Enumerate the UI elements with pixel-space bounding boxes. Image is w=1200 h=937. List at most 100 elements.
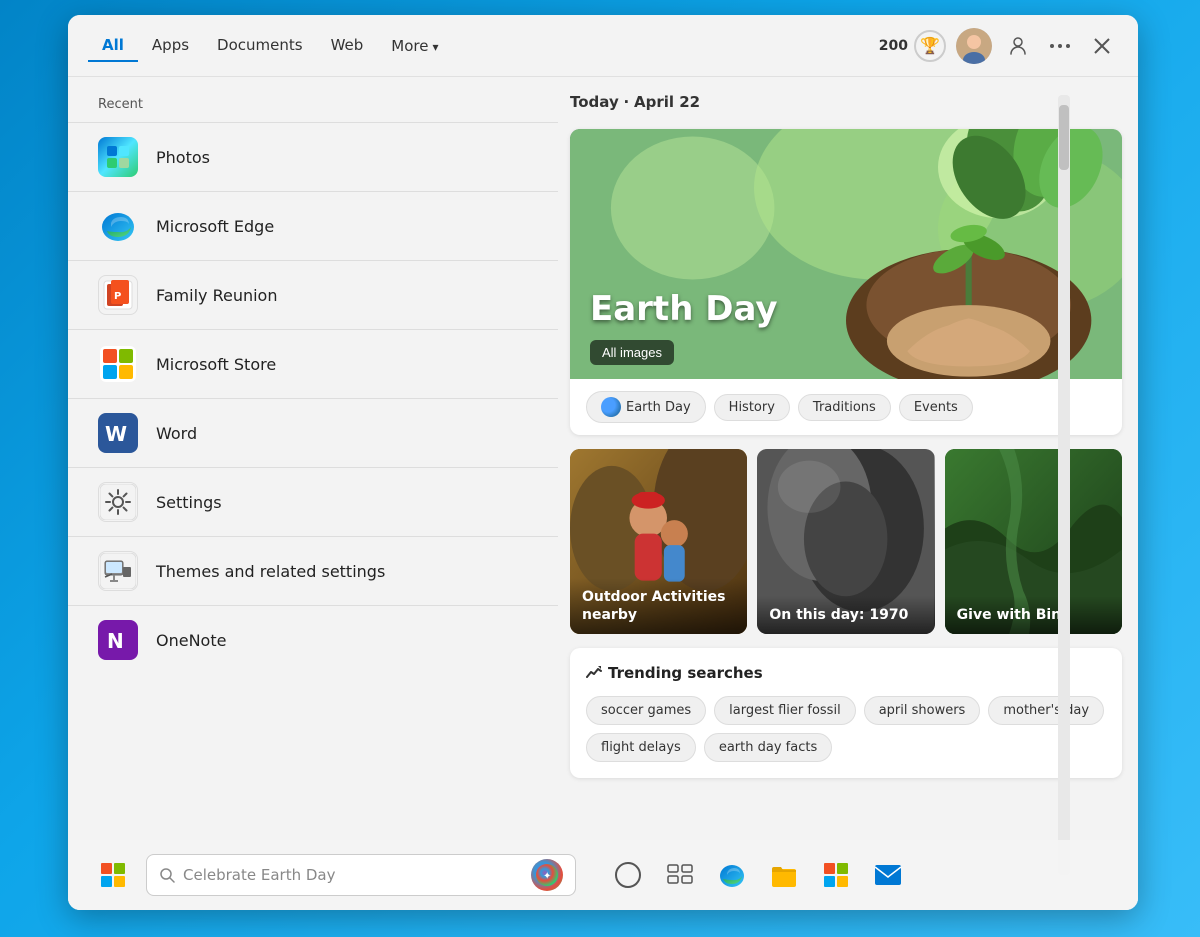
edge-icon — [98, 206, 138, 246]
app-name-word: Word — [156, 424, 197, 443]
ppt-icon: P — [98, 275, 138, 315]
themes-icon — [98, 551, 138, 591]
svg-text:✦: ✦ — [543, 871, 551, 882]
small-cards-row: Outdoor Activities nearby — [570, 449, 1122, 634]
taskbar-mail-button[interactable] — [866, 853, 910, 897]
svg-text:P: P — [114, 291, 121, 302]
tab-more[interactable]: More — [377, 31, 452, 61]
taskbar-store-button[interactable] — [814, 853, 858, 897]
trending-icon — [586, 665, 602, 681]
card-outdoor[interactable]: Outdoor Activities nearby — [570, 449, 747, 634]
tag-events[interactable]: Events — [899, 394, 973, 421]
app-item-themes[interactable]: Themes and related settings — [68, 536, 558, 605]
earth-day-image: Earth Day All images — [570, 129, 1122, 379]
taskbar-edge-button[interactable] — [710, 853, 754, 897]
nav-right: 200 🏆 — [879, 28, 1118, 64]
right-panel: Today · April 22 — [558, 77, 1138, 910]
app-item-family-reunion[interactable]: P Family Reunion — [68, 260, 558, 329]
trend-earth-day-facts[interactable]: earth day facts — [704, 733, 832, 762]
taskbar-file-explorer-button[interactable] — [762, 853, 806, 897]
earth-day-card[interactable]: Earth Day All images Earth Day History T… — [570, 129, 1122, 435]
store-icon — [98, 344, 138, 384]
word-icon: W — [98, 413, 138, 453]
svg-text:W: W — [105, 422, 127, 446]
tab-documents[interactable]: Documents — [203, 30, 317, 62]
tab-web[interactable]: Web — [317, 30, 378, 62]
nav-tabs: All Apps Documents Web More — [88, 30, 879, 62]
app-item-settings[interactable]: Settings — [68, 467, 558, 536]
account-icon[interactable] — [1002, 30, 1034, 62]
app-item-onenote[interactable]: N OneNote — [68, 605, 558, 674]
card-onthisday[interactable]: On this day: 1970 — [757, 449, 934, 634]
app-name-edge: Microsoft Edge — [156, 217, 274, 236]
left-sidebar: Recent Photos — [68, 77, 558, 910]
search-bar[interactable]: Celebrate Earth Day ✦ — [146, 854, 576, 896]
trophy-icon[interactable]: 🏆 — [914, 30, 946, 62]
tag-traditions[interactable]: Traditions — [798, 394, 891, 421]
points-value: 200 — [879, 38, 908, 54]
points-badge: 200 🏆 — [879, 30, 946, 62]
close-button[interactable] — [1086, 30, 1118, 62]
tab-all[interactable]: All — [88, 30, 138, 62]
settings-icon — [98, 482, 138, 522]
app-item-store[interactable]: Microsoft Store — [68, 329, 558, 398]
scrollbar-thumb[interactable] — [1059, 105, 1069, 170]
trending-title-text: Trending searches — [608, 664, 763, 682]
all-images-button[interactable]: All images — [590, 340, 674, 365]
search-icon — [159, 867, 175, 883]
chevron-down-icon — [432, 37, 438, 55]
earth-day-tags: Earth Day History Traditions Events — [570, 379, 1122, 435]
taskbar-cortana-button[interactable] — [606, 853, 650, 897]
trend-april-showers[interactable]: april showers — [864, 696, 981, 725]
tag-events-label: Events — [914, 400, 958, 415]
earth-day-title: Earth Day — [590, 289, 778, 329]
windows-logo-icon — [100, 862, 126, 888]
tag-history[interactable]: History — [714, 394, 790, 421]
app-name-photos: Photos — [156, 148, 210, 167]
more-label: More — [391, 37, 428, 55]
search-input-placeholder: Celebrate Earth Day — [183, 866, 523, 884]
tag-earthday[interactable]: Earth Day — [586, 391, 706, 423]
onthisday-card-label: On this day: 1970 — [757, 596, 934, 634]
card-bing[interactable]: Give with Bing — [945, 449, 1122, 634]
scrollbar-track[interactable] — [1058, 95, 1070, 875]
tag-history-label: History — [729, 400, 775, 415]
trend-flight-delays[interactable]: flight delays — [586, 733, 696, 762]
taskbar-apps — [606, 853, 910, 897]
date-header: Today · April 22 — [570, 93, 1122, 115]
windows-start-button[interactable] — [88, 850, 138, 900]
outdoor-card-label: Outdoor Activities nearby — [570, 578, 747, 634]
trending-title: Trending searches — [586, 664, 1106, 682]
taskbar: Celebrate Earth Day ✦ — [68, 840, 1138, 910]
avatar[interactable] — [956, 28, 992, 64]
onenote-icon: N — [98, 620, 138, 660]
svg-text:N: N — [107, 629, 124, 653]
main-content: Recent Photos — [68, 77, 1138, 910]
bing-card-label: Give with Bing — [945, 596, 1122, 634]
trend-largest-flier-fossil[interactable]: largest flier fossil — [714, 696, 856, 725]
trending-tags: soccer games largest flier fossil april … — [586, 696, 1106, 762]
tag-traditions-label: Traditions — [813, 400, 876, 415]
more-options-icon[interactable] — [1044, 30, 1076, 62]
app-item-photos[interactable]: Photos — [68, 122, 558, 191]
top-nav: All Apps Documents Web More 200 🏆 — [68, 15, 1138, 77]
search-panel: All Apps Documents Web More 200 🏆 — [68, 15, 1138, 910]
earth-globe-icon — [601, 397, 621, 417]
tag-earthday-label: Earth Day — [626, 400, 691, 415]
photos-icon — [98, 137, 138, 177]
date-separator: · — [624, 93, 630, 111]
recent-section-title: Recent — [68, 97, 558, 122]
taskbar-task-view-button[interactable] — [658, 853, 702, 897]
app-name-themes: Themes and related settings — [156, 562, 385, 581]
app-name-family-reunion: Family Reunion — [156, 286, 277, 305]
app-name-store: Microsoft Store — [156, 355, 276, 374]
trend-mothers-day[interactable]: mother's day — [988, 696, 1104, 725]
date-label: Today — [570, 93, 619, 111]
app-item-edge[interactable]: Microsoft Edge — [68, 191, 558, 260]
app-name-settings: Settings — [156, 493, 222, 512]
trending-section: Trending searches soccer games largest f… — [570, 648, 1122, 778]
app-item-word[interactable]: W Word — [68, 398, 558, 467]
bing-search-badge: ✦ — [531, 859, 563, 891]
trend-soccer-games[interactable]: soccer games — [586, 696, 706, 725]
tab-apps[interactable]: Apps — [138, 30, 203, 62]
